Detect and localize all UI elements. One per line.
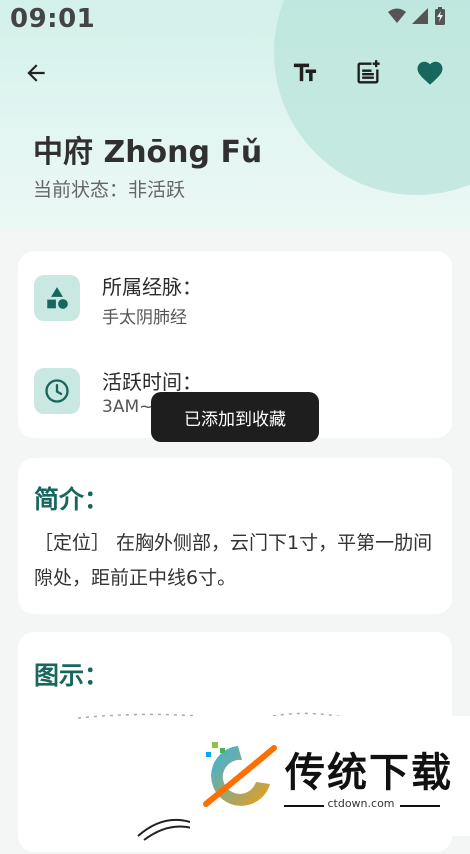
status-time: 09:01 xyxy=(10,4,96,34)
watermark-line-right xyxy=(400,805,440,807)
time-label: 活跃时间： xyxy=(102,370,202,394)
signal-icon xyxy=(412,8,428,24)
meridian-icon-box xyxy=(34,275,80,321)
toast: 已添加到收藏 xyxy=(151,392,319,442)
add-note-button[interactable] xyxy=(350,55,386,91)
battery-icon xyxy=(435,7,445,25)
favorite-button[interactable] xyxy=(412,55,448,91)
text-size-icon xyxy=(293,63,317,82)
diagram-title: 图示： xyxy=(34,661,110,690)
watermark: 传统下载 ctdown.com xyxy=(190,716,470,836)
status-icons xyxy=(388,7,446,25)
state-line: 当前状态：非活跃 xyxy=(33,175,185,202)
shapes-icon xyxy=(47,287,68,309)
meridian-value: 手太阴肺经 xyxy=(102,308,187,328)
status-bar: 09:01 xyxy=(0,0,470,34)
header: 09:01 中府 Zhōng Fǔ 当前状态：非活跃 xyxy=(0,0,470,230)
state-value: 非活跃 xyxy=(128,179,186,201)
watermark-logo xyxy=(203,742,277,807)
page-title: 中府 Zhōng Fǔ xyxy=(33,135,263,170)
intro-text: ［定位］ 在胸外侧部，云门下1寸，平第一肋间隙处，距前正中线6寸。 xyxy=(34,532,433,589)
meridian-label: 所属经脉： xyxy=(102,275,202,299)
state-label: 当前状态： xyxy=(33,179,129,201)
text-size-button[interactable] xyxy=(287,55,323,91)
intro-card: 简介： ［定位］ 在胸外侧部，云门下1寸，平第一肋间隙处，距前正中线6寸。 xyxy=(18,458,452,614)
heart-icon xyxy=(417,61,443,85)
clock-icon xyxy=(45,379,69,403)
watermark-text: 传统下载 xyxy=(285,750,453,796)
add-note-icon xyxy=(357,60,380,84)
back-arrow-icon xyxy=(27,64,45,82)
back-button[interactable] xyxy=(18,55,54,91)
intro-title: 简介： xyxy=(34,485,110,514)
time-icon-box xyxy=(34,368,80,414)
wifi-icon xyxy=(388,8,406,23)
watermark-url: ctdown.com xyxy=(327,797,395,810)
